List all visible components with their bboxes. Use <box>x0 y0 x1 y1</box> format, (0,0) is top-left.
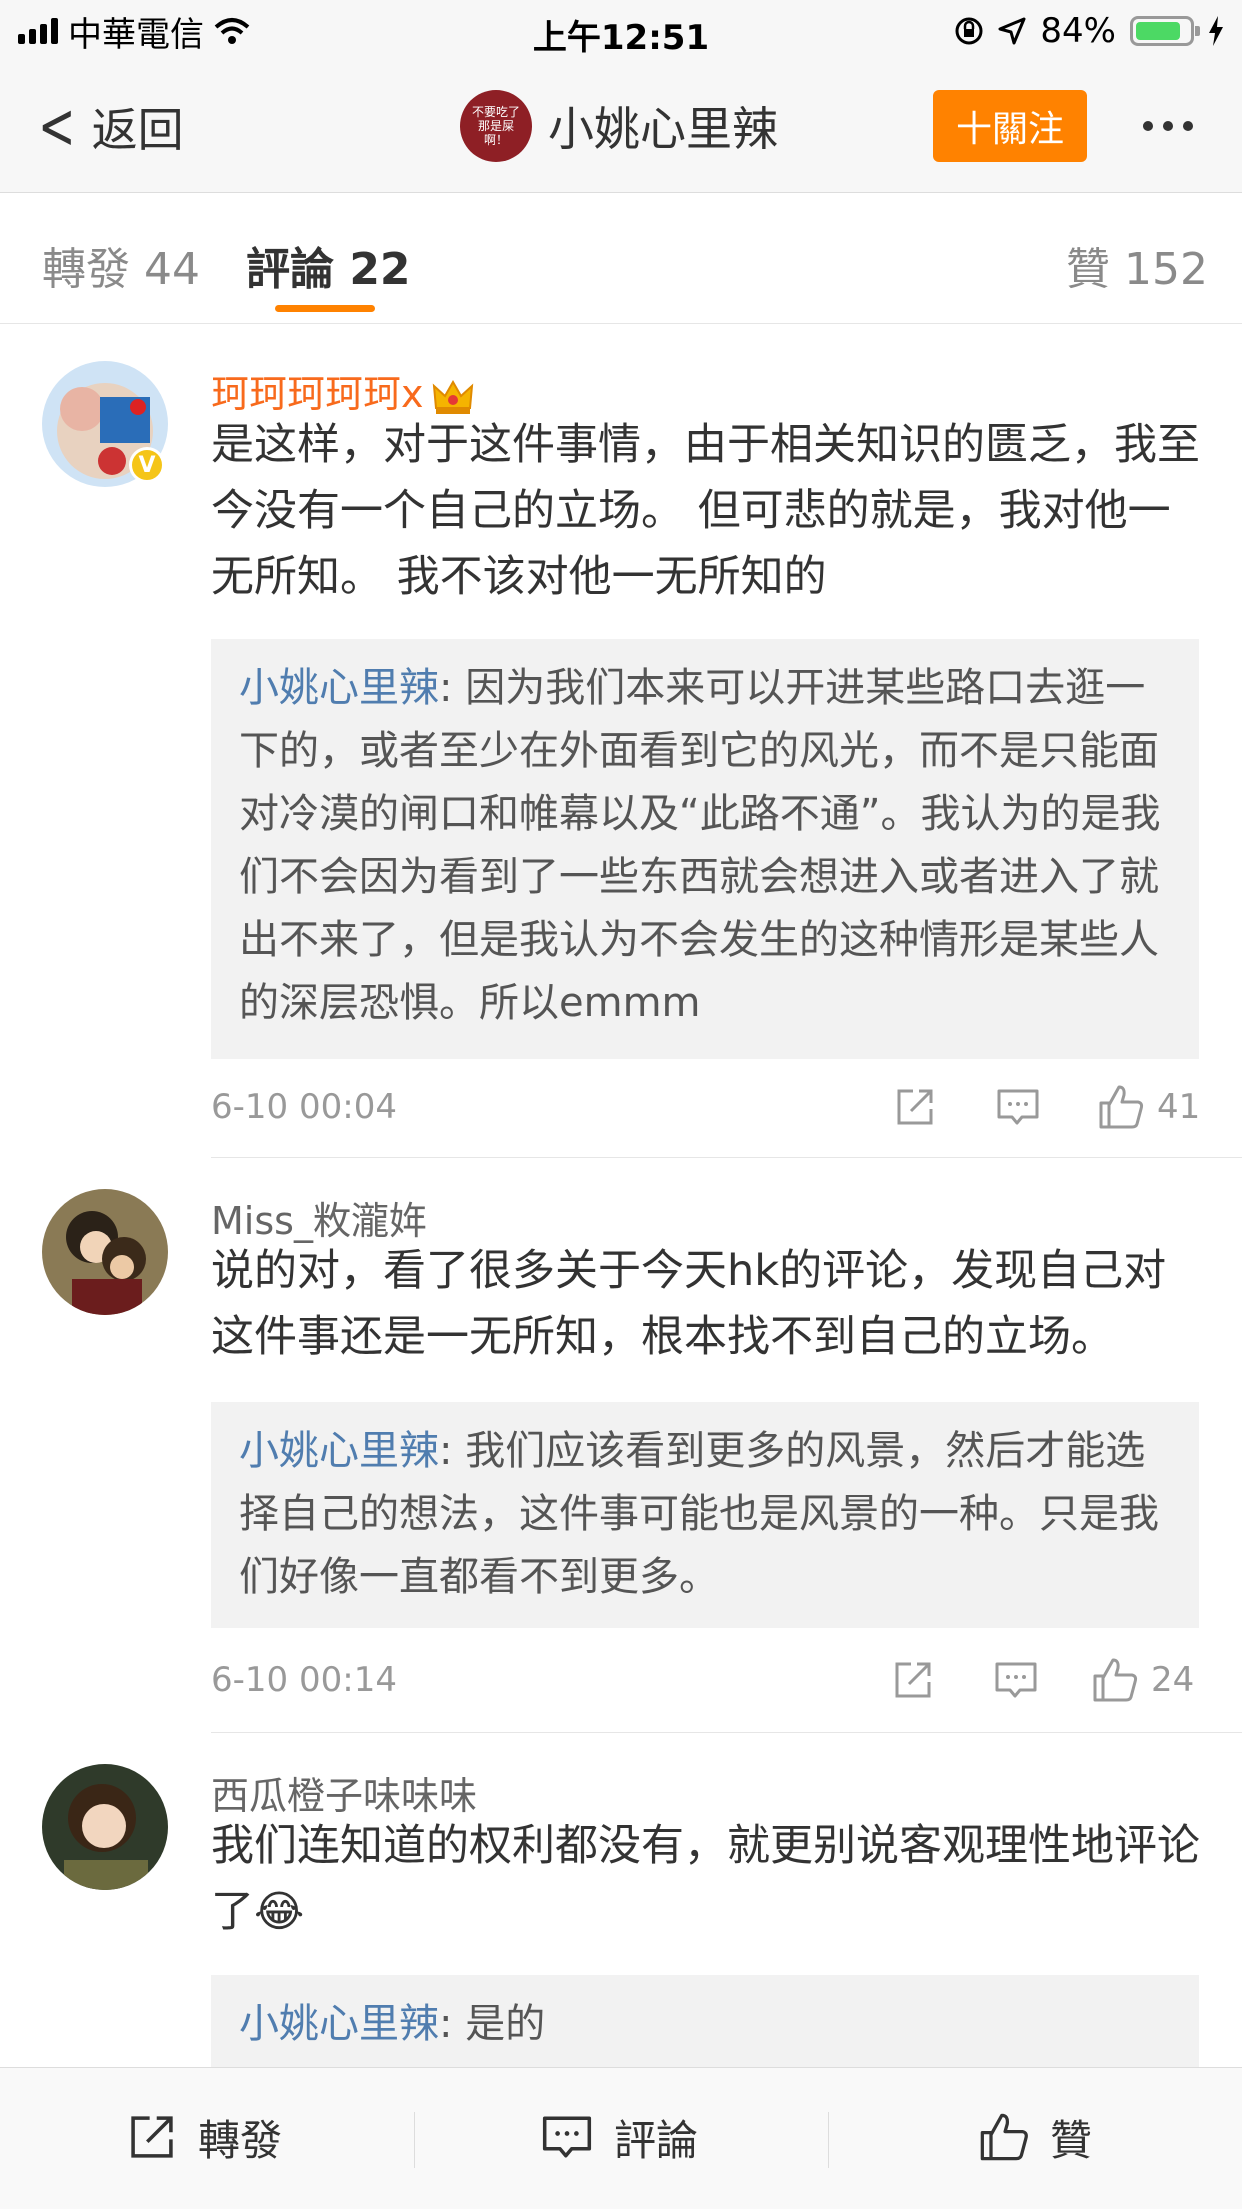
verified-v-icon: V <box>129 447 165 483</box>
reply-button[interactable] <box>995 1083 1041 1131</box>
comment-meta: 6-10 00:14 24 <box>211 1650 1201 1710</box>
battery-percent: 84% <box>1040 11 1116 51</box>
comment-username[interactable]: 西瓜橙子味味味 <box>211 1765 477 1820</box>
rotation-lock-icon <box>955 17 983 45</box>
comment-timestamp: 6-10 00:14 <box>211 1660 397 1700</box>
bottom-repost-label: 轉發 <box>198 2115 283 2165</box>
reply-text: : 因为我们本来可以开进某些路口去逛一下的，或者至少在外面看到它的风光，而不是只… <box>239 665 1161 1026</box>
username-text: 珂珂珂珂珂x <box>211 372 424 416</box>
bottom-repost-button[interactable]: 轉發 <box>126 2104 282 2170</box>
like-button[interactable]: 41 <box>1097 1083 1200 1131</box>
back-button[interactable]: < 返回 <box>30 94 184 160</box>
like-count: 24 <box>1151 1660 1195 1700</box>
bottom-like-label: 贊 <box>1050 2115 1093 2165</box>
comment-username[interactable]: Miss_敉瀧姩 <box>211 1190 427 1245</box>
like-button[interactable]: 24 <box>1091 1656 1194 1704</box>
reply-username[interactable]: 小姚心里辣 <box>239 2001 439 2047</box>
avatar[interactable] <box>42 1764 168 1890</box>
share-icon <box>895 1662 931 1698</box>
more-button[interactable] <box>1128 90 1208 162</box>
comment-text: 是这样，对于这件事情，由于相关知识的匮乏，我至今没有一个自己的立场。 但可悲的就… <box>211 420 1200 602</box>
avatar[interactable] <box>42 1189 168 1315</box>
bottom-like-button[interactable]: 贊 <box>978 2104 1092 2170</box>
reply-username[interactable]: 小姚心里辣 <box>239 665 439 711</box>
reply-box[interactable]: 小姚心里辣: 因为我们本来可以开进某些路口去逛一下的，或者至少在外面看到它的风光… <box>211 639 1199 1059</box>
thumbs-up-icon <box>1093 1658 1138 1702</box>
bottom-action-bar: 轉發 評論 贊 <box>0 2067 1242 2209</box>
tab-active-indicator <box>275 305 375 312</box>
more-dot-icon <box>1163 121 1173 131</box>
bottom-comment-button[interactable]: 評論 <box>540 2104 698 2170</box>
vip-crown-icon <box>432 379 473 414</box>
follow-button[interactable]: 十關注 <box>933 90 1087 162</box>
comment-username[interactable]: 珂珂珂珂珂x <box>211 363 474 418</box>
reply-button[interactable] <box>993 1656 1039 1704</box>
more-dot-icon <box>1143 121 1153 131</box>
bottom-separator <box>414 2112 415 2168</box>
chevron-left-icon: < <box>38 90 76 164</box>
comment-divider <box>211 1157 1242 1158</box>
tab-repost[interactable]: 轉發 44 <box>42 233 200 297</box>
like-count: 41 <box>1157 1087 1201 1127</box>
thumbs-up-icon <box>1099 1085 1144 1129</box>
location-arrow-icon <box>998 17 1026 45</box>
thumbs-up-icon <box>980 2113 1028 2161</box>
reply-text: : 是的 <box>439 2001 546 2047</box>
comment-meta: 6-10 00:04 41 <box>211 1077 1201 1137</box>
bottom-comment-label: 評論 <box>614 2115 699 2165</box>
battery-fill <box>1136 22 1180 40</box>
avatar-image <box>42 1764 168 1890</box>
comment-icon <box>997 1089 1039 1125</box>
repost-button[interactable] <box>891 1656 935 1704</box>
avatar[interactable]: 不要吃了那是屎啊！ <box>460 90 532 162</box>
comment-text: 说的对，看了很多关于今天hk的评论，发现自己对这件事还是一无所知，根本找不到自己… <box>211 1246 1167 1362</box>
laughing-tears-emoji: 😂 <box>254 1887 305 1937</box>
comment-icon <box>995 1662 1037 1698</box>
avatar-text: 不要吃了那是屎啊！ <box>471 105 520 147</box>
nav-profile[interactable]: 不要吃了那是屎啊！ 小姚心里辣 <box>460 90 778 162</box>
comment-text: 我们连知道的权利都没有，就更别说客观理性地评论了😂 <box>211 1813 1201 1945</box>
comment-text-body: 我们连知道的权利都没有，就更别说客观理性地评论了 <box>211 1821 1200 1937</box>
tab-bar: 轉發 44 評論 22 贊 152 <box>0 193 1242 324</box>
reply-box[interactable]: 小姚心里辣: 我们应该看到更多的风景，然后才能选择自己的想法，这件事可能也是风景… <box>211 1402 1199 1628</box>
tab-comments[interactable]: 評論 22 <box>246 233 411 297</box>
bottom-separator <box>828 2112 829 2168</box>
comment-icon <box>542 2116 592 2158</box>
comment-timestamp: 6-10 00:04 <box>211 1087 397 1127</box>
comment-divider <box>211 1732 1242 1733</box>
nav-bar: < 返回 不要吃了那是屎啊！ 小姚心里辣 十關注 <box>0 62 1242 193</box>
repost-button[interactable] <box>893 1083 937 1131</box>
back-label: 返回 <box>91 103 184 157</box>
share-icon <box>897 1089 933 1125</box>
status-bar: 中華電信 上午12:51 84% <box>0 0 1242 62</box>
share-icon <box>131 2116 173 2158</box>
tab-likes[interactable]: 贊 152 <box>1066 233 1208 297</box>
more-dot-icon <box>1183 121 1193 131</box>
page-title: 小姚心里辣 <box>548 102 778 156</box>
avatar-image <box>42 1189 168 1315</box>
charging-bolt-icon <box>1209 16 1223 46</box>
reply-username[interactable]: 小姚心里辣 <box>239 1428 439 1474</box>
status-right: 84% <box>954 10 1224 52</box>
battery-icon <box>1130 16 1200 46</box>
